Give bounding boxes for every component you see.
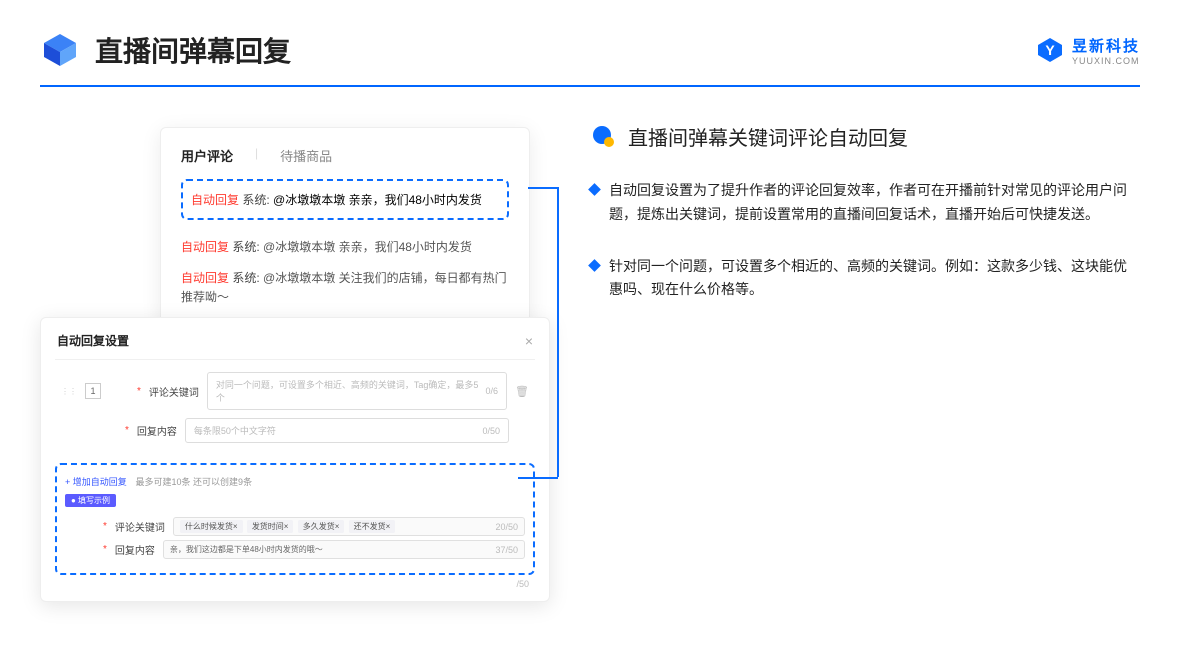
auto-reply-row: 自动回复 系统: @冰墩墩本墩 亲亲，我们48小时内发货 [181,232,509,263]
logo-text-en: YUUXIN.COM [1072,56,1140,66]
add-note: 最多可建10条 还可以创建9条 [136,477,253,487]
chat-bubble-icon [590,124,616,150]
keyword-label: 评论关键词 [149,384,199,399]
highlighted-auto-reply: 自动回复 系统: @冰墩墩本墩 亲亲，我们48小时内发货 [181,179,509,220]
connector-line [518,477,558,479]
delete-icon[interactable]: 🗑 [515,385,529,398]
connector-line [557,187,559,477]
keyword-tag[interactable]: 什么时候发货× [180,520,243,533]
keyword-tag[interactable]: 多久发货× [298,520,345,533]
required-mark: * [137,386,141,397]
description-area: 直播间弹幕关键词评论自动回复 自动回复设置为了提升作者的评论回复效率，作者可在开… [590,117,1140,330]
brand-logo: Y 昱新科技 YUUXIN.COM [1036,35,1140,66]
slide-header: 直播间弹幕回复 Y 昱新科技 YUUXIN.COM [0,0,1180,85]
example-badge: ● 填写示例 [65,494,116,507]
trailing-count: /50 [55,575,535,589]
svg-text:Y: Y [1045,42,1055,58]
bullet-text-2: 针对同一个问题，可设置多个相近的、高频的关键词。例如：这款多少钱、这块能优惠吗、… [609,255,1140,303]
ex-content-input[interactable]: 亲，我们这边都是下单48小时内发货的哦～ 37/50 [163,540,525,559]
add-auto-reply-link[interactable]: + 增加自动回复 [65,477,127,487]
keyword-input[interactable]: 对同一个问题，可设置多个相近、高频的关键词，Tag确定，最多5个 0/6 [207,372,507,410]
screenshot-area: 用户评论 | 待播商品 自动回复 系统: @冰墩墩本墩 亲亲，我们48小时内发货… [40,117,530,330]
modal-title: 自动回复设置 [57,332,129,349]
logo-text-cn: 昱新科技 [1072,35,1140,56]
ex-keyword-input[interactable]: 什么时候发货× 发货时间× 多久发货× 还不发货× 20/50 [173,517,525,536]
cube-icon [40,30,80,70]
logo-icon: Y [1036,36,1064,64]
keyword-tag[interactable]: 发货时间× [247,520,294,533]
ex-keyword-label: 评论关键词 [115,519,165,534]
comment-panel: 用户评论 | 待播商品 自动回复 系统: @冰墩墩本墩 亲亲，我们48小时内发货… [160,127,530,325]
bullet-diamond-icon [588,183,601,196]
required-mark: * [125,425,129,436]
bullet-diamond-icon [588,259,601,272]
drag-handle-icon[interactable]: ⋮⋮ [61,387,77,396]
tab-separator: | [255,146,258,165]
tab-user-comments[interactable]: 用户评论 [181,146,233,165]
settings-modal: 自动回复设置 × ⋮⋮ 1 * 评论关键词 对同一个问题，可设置多个相近、高频的… [40,317,550,602]
index-box: 1 [85,383,101,399]
keyword-tag[interactable]: 还不发货× [349,520,396,533]
ex-content-label: 回复内容 [115,542,155,557]
close-icon[interactable]: × [525,333,533,349]
bullet-text-1: 自动回复设置为了提升作者的评论回复效率，作者可在开播前针对常见的评论用户问题，提… [609,179,1140,227]
example-highlight: + 增加自动回复 最多可建10条 还可以创建9条 ● 填写示例 * 评论关键词 … [55,463,535,575]
auto-reply-row: 自动回复 系统: @冰墩墩本墩 关注我们的店铺，每日都有热门推荐呦～ [181,263,509,313]
section-subtitle: 直播间弹幕关键词评论自动回复 [628,122,908,151]
connector-line [528,187,558,189]
content-input[interactable]: 每条限50个中文字符 0/50 [185,418,509,443]
tab-pending-goods[interactable]: 待播商品 [280,146,332,165]
content-label: 回复内容 [137,423,177,438]
page-title: 直播间弹幕回复 [95,30,1036,70]
